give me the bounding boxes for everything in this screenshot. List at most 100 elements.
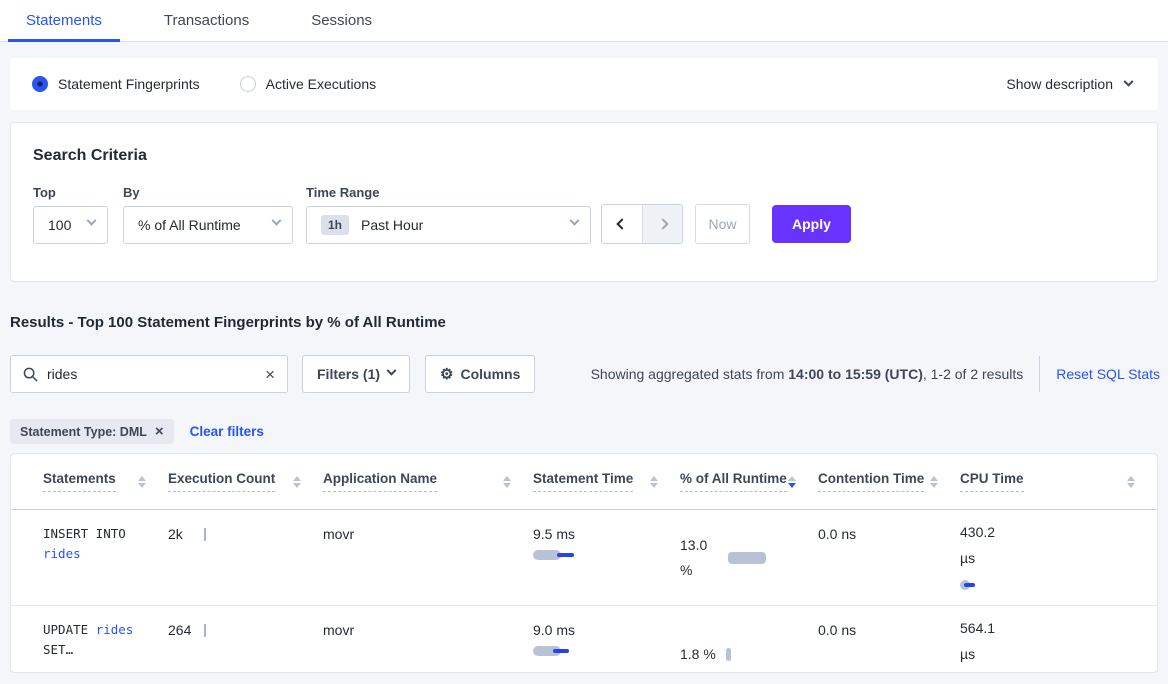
sort-arrows-icon[interactable] [650,476,658,488]
table-body: INSERT INTO rides2kmovr9.5 ms13.0 %0.0 n… [11,510,1157,673]
column-header: Statements [43,471,168,492]
statement-search-box: × [10,355,288,393]
show-description-toggle[interactable]: Show description [1006,76,1132,92]
time-forward-button[interactable] [642,205,682,243]
view-toggle-bar: Statement Fingerprints Active Executions… [10,58,1158,110]
percent-runtime-bar [726,648,731,661]
reset-sql-stats-link[interactable]: Reset SQL Stats [1056,366,1160,382]
chip-close-icon[interactable]: × [155,424,164,439]
table-row: UPDATE rides SET…264movr9.0 ms1.8 %0.0 n… [11,606,1157,673]
time-back-button[interactable] [602,205,642,243]
statement-time-cell: 9.0 ms [533,606,680,673]
column-header-label[interactable]: Statement Time [533,471,633,492]
time-range-badge: 1h [321,215,349,235]
now-button[interactable]: Now [695,204,750,244]
search-criteria-form: Top 100 By % of All Runtime Time Range 1… [33,185,1135,244]
column-header-label[interactable]: Statements [43,471,116,492]
by-label: By [123,185,293,200]
column-header-label[interactable]: Execution Count [168,471,275,492]
top-select-value: 100 [48,217,71,233]
sort-arrows-icon[interactable] [138,476,146,488]
sort-arrows-icon[interactable] [1127,476,1135,488]
top-label: Top [33,185,108,200]
filter-chip-row: Statement Type: DML × Clear filters [10,419,1158,444]
time-range-select[interactable]: 1h Past Hour [306,206,591,244]
execution-count-cell: 264 [168,606,323,673]
table-header-row: Statements Execution Count Application Nam… [11,454,1157,510]
time-shift-arrows [601,204,683,244]
sql-activity-page: Statements Transactions Sessions Stateme… [0,0,1168,684]
gear-icon: ⚙ [440,367,453,382]
application-name-cell: movr [323,606,533,673]
results-controls-row: × Filters (1) ⚙ Columns Showing aggregat… [10,355,1160,393]
by-select-value: % of All Runtime [138,217,241,233]
column-header-label[interactable]: CPU Time [960,471,1024,492]
radio-statement-fingerprints[interactable]: Statement Fingerprints [32,76,200,92]
column-header: Execution Count [168,471,323,492]
tab-sessions[interactable]: Sessions [293,0,390,41]
sort-arrows-icon[interactable] [788,476,796,488]
sort-arrows-icon[interactable] [503,476,511,488]
chevron-down-icon [570,216,580,226]
statement-cell[interactable]: INSERT INTO rides [43,510,145,605]
show-description-label: Show description [1006,76,1113,92]
statement-time-cell: 9.5 ms [533,510,680,605]
column-header: % of All Runtime [680,471,818,492]
column-header-label[interactable]: Contention Time [818,471,924,492]
statement-cell[interactable]: UPDATE rides SET… [43,606,145,673]
execution-count-value: 264 [168,622,198,638]
execution-count-cell: 2k [168,510,323,605]
stats-prefix: Showing aggregated stats from [591,366,789,382]
chevron-down-icon [272,216,282,226]
filters-button[interactable]: Filters (1) [302,355,410,393]
search-criteria-card: Search Criteria Top 100 By % of All Runt… [10,122,1158,282]
by-select[interactable]: % of All Runtime [123,206,293,244]
cpu-time-value: 564.1 µs [960,616,1004,668]
application-name-cell: movr [323,510,533,605]
radio-label: Active Executions [266,76,377,92]
statement-link[interactable]: rides [96,622,134,637]
search-clear-icon[interactable]: × [265,366,275,383]
apply-button[interactable]: Apply [772,205,851,243]
statement-time-value: 9.5 ms [533,526,670,542]
stat-bar-chart [533,549,670,561]
stat-bar-chart [960,579,1147,591]
radio-active-executions[interactable]: Active Executions [240,76,377,92]
table-row: INSERT INTO rides 2k movr9.5 ms 13.0 % 0.0 n… [11,510,1157,606]
tab-transactions[interactable]: Transactions [146,0,267,41]
contention-time-cell: 0.0 ns [818,510,960,605]
divider [1039,356,1040,392]
column-header: Application Name [323,471,533,492]
cpu-time-cell: 564.1 µs [960,606,1157,673]
top-select[interactable]: 100 [33,206,108,244]
columns-button[interactable]: ⚙ Columns [425,355,535,393]
chevron-down-icon [87,216,97,226]
radio-unselected-icon[interactable] [240,76,256,92]
clear-filters-link[interactable]: Clear filters [190,424,264,439]
column-header-label[interactable]: % of All Runtime [680,471,787,492]
sort-arrows-icon[interactable] [293,476,301,488]
statement-text: INSERT INTO [43,526,133,541]
tab-statements[interactable]: Statements [8,0,120,41]
tab-bar: Statements Transactions Sessions [0,0,1168,42]
search-input[interactable] [47,366,265,382]
search-criteria-title: Search Criteria [33,147,1135,165]
column-header-label[interactable]: Application Name [323,471,437,492]
execution-count-bar [204,624,206,637]
percent-runtime-value: 13.0 % [680,533,718,583]
chevron-left-icon [616,218,627,229]
filter-chip-label: Statement Type: DML [20,425,147,439]
results-heading: Results - Top 100 Statement Fingerprints… [10,314,1158,331]
time-range-value: Past Hour [361,217,423,233]
time-range-label: Time Range [306,185,591,200]
percent-runtime-bar [728,552,766,564]
filter-chip-statement-type: Statement Type: DML × [10,419,174,444]
radio-selected-icon[interactable] [32,76,48,92]
radio-label: Statement Fingerprints [58,76,200,92]
stat-bar-chart [533,645,670,657]
sort-arrows-icon[interactable] [930,476,938,488]
contention-time-cell: 0.0 ns [818,606,960,673]
execution-count-value: 2k [168,526,198,542]
execution-count-bar [204,528,206,541]
statement-link[interactable]: rides [43,546,81,561]
